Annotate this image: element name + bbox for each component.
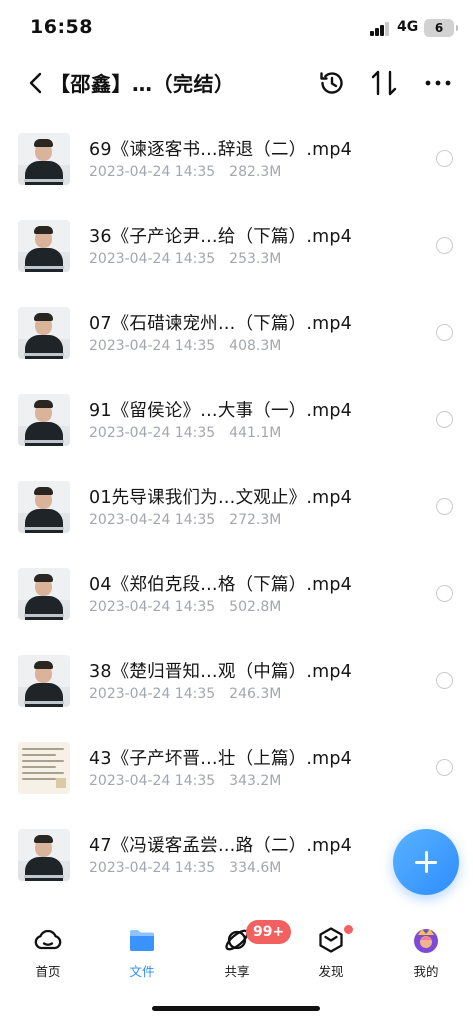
back-arrow-icon[interactable] — [24, 70, 50, 96]
more-icon[interactable] — [423, 68, 453, 98]
file-size: 334.6M — [229, 860, 282, 876]
folder-icon — [130, 930, 154, 951]
file-meta: 2023-04-24 14:35 272.3M — [89, 512, 281, 528]
file-size: 246.3M — [229, 686, 282, 702]
network-label: 4G — [397, 19, 419, 35]
video-thumbnail — [18, 829, 70, 881]
add-button[interactable] — [393, 829, 459, 895]
cloud-icon — [34, 929, 62, 950]
file-date: 2023-04-24 14:35 — [89, 338, 216, 354]
nav-label-files: 文件 — [129, 964, 155, 979]
file-row[interactable]: 01先导课我们为…文观止》.mp4 2023-04-24 14:35 272.3M — [0, 456, 473, 543]
select-radio[interactable] — [436, 672, 453, 689]
signal-icon — [370, 22, 390, 36]
battery-icon: 6 — [424, 19, 458, 37]
file-name: 07《石碏谏宠州…（下篇）.mp4 — [89, 314, 353, 334]
status-time: 16:58 — [30, 16, 93, 38]
file-size: 282.3M — [229, 164, 282, 180]
file-size: 343.2M — [229, 773, 282, 789]
file-name: 01先导课我们为…文观止》.mp4 — [89, 488, 353, 508]
file-meta: 2023-04-24 14:35 246.3M — [89, 686, 281, 702]
sort-icon[interactable] — [369, 68, 399, 98]
file-meta: 2023-04-24 14:35 253.3M — [89, 251, 281, 267]
avatar-icon — [414, 929, 438, 953]
file-row[interactable]: 43《子产坏晋…壮（上篇）.mp4 2023-04-24 14:35 343.2M — [0, 717, 473, 804]
file-row[interactable]: 04《郑伯克段…格（下篇）.mp4 2023-04-24 14:35 502.8M — [0, 543, 473, 630]
file-date: 2023-04-24 14:35 — [89, 773, 216, 789]
file-size: 502.8M — [229, 599, 282, 615]
video-thumbnail — [18, 568, 70, 620]
folder-title: 【邵鑫】…（完结） — [50, 72, 235, 96]
select-radio[interactable] — [436, 498, 453, 515]
video-thumbnail — [18, 307, 70, 359]
file-date: 2023-04-24 14:35 — [89, 512, 216, 528]
file-meta: 2023-04-24 14:35 441.1M — [89, 425, 281, 441]
file-name: 38《楚归晋知…观（中篇）.mp4 — [89, 662, 353, 682]
file-row[interactable]: 69《谏逐客书…辞退（二）.mp4 2023-04-24 14:35 282.3M — [0, 108, 473, 195]
file-meta: 2023-04-24 14:35 282.3M — [89, 164, 281, 180]
select-radio[interactable] — [436, 324, 453, 341]
home-indicator — [152, 1006, 320, 1011]
video-thumbnail — [18, 655, 70, 707]
file-size: 253.3M — [229, 251, 282, 267]
top-header: 【邵鑫】…（完结） — [0, 58, 473, 108]
video-thumbnail — [18, 481, 70, 533]
nav-files[interactable]: 文件 — [112, 925, 172, 985]
share-badge: 99+ — [246, 920, 292, 944]
file-name: 91《留侯论》…大事（一）.mp4 — [89, 401, 353, 421]
file-row[interactable]: 91《留侯论》…大事（一）.mp4 2023-04-24 14:35 441.1M — [0, 369, 473, 456]
status-bar: 16:58 4G 6 — [0, 0, 473, 56]
file-size: 441.1M — [229, 425, 282, 441]
file-meta: 2023-04-24 14:35 334.6M — [89, 860, 281, 876]
file-name: 04《郑伯克段…格（下篇）.mp4 — [89, 575, 353, 595]
file-name: 47《冯谖客孟尝…路（二）.mp4 — [89, 836, 353, 856]
video-thumbnail — [18, 133, 70, 185]
history-clock-icon[interactable] — [317, 68, 347, 98]
cube-icon — [319, 927, 343, 953]
file-meta: 2023-04-24 14:35 408.3M — [89, 338, 281, 354]
select-radio[interactable] — [436, 585, 453, 602]
nav-discover[interactable]: 发现 — [301, 925, 361, 985]
select-radio[interactable] — [436, 759, 453, 776]
video-thumbnail — [18, 394, 70, 446]
file-date: 2023-04-24 14:35 — [89, 686, 216, 702]
nav-home[interactable]: 首页 — [18, 925, 78, 985]
file-date: 2023-04-24 14:35 — [89, 599, 216, 615]
select-radio[interactable] — [436, 411, 453, 428]
file-date: 2023-04-24 14:35 — [89, 860, 216, 876]
file-name: 36《子产论尹…给（下篇）.mp4 — [89, 227, 353, 247]
file-meta: 2023-04-24 14:35 343.2M — [89, 773, 281, 789]
nav-label-home: 首页 — [35, 964, 61, 979]
file-row[interactable]: 38《楚归晋知…观（中篇）.mp4 2023-04-24 14:35 246.3M — [0, 630, 473, 717]
file-name: 43《子产坏晋…壮（上篇）.mp4 — [89, 749, 353, 769]
document-thumbnail — [18, 742, 70, 794]
file-row[interactable]: 36《子产论尹…给（下篇）.mp4 2023-04-24 14:35 253.3M — [0, 195, 473, 282]
file-size: 272.3M — [229, 512, 282, 528]
nav-label-discover: 发现 — [318, 964, 344, 979]
video-thumbnail — [18, 220, 70, 272]
file-row[interactable]: 07《石碏谏宠州…（下篇）.mp4 2023-04-24 14:35 408.3M — [0, 282, 473, 369]
file-name: 69《谏逐客书…辞退（二）.mp4 — [89, 140, 353, 160]
file-date: 2023-04-24 14:35 — [89, 251, 216, 267]
file-date: 2023-04-24 14:35 — [89, 425, 216, 441]
select-radio[interactable] — [436, 237, 453, 254]
file-size: 408.3M — [229, 338, 282, 354]
file-date: 2023-04-24 14:35 — [89, 164, 216, 180]
select-radio[interactable] — [436, 150, 453, 167]
file-meta: 2023-04-24 14:35 502.8M — [89, 599, 281, 615]
nav-label-profile: 我的 — [413, 964, 439, 979]
nav-label-share: 共享 — [224, 964, 250, 979]
discover-dot-badge — [343, 924, 354, 935]
nav-profile[interactable]: 我的 — [396, 925, 456, 985]
